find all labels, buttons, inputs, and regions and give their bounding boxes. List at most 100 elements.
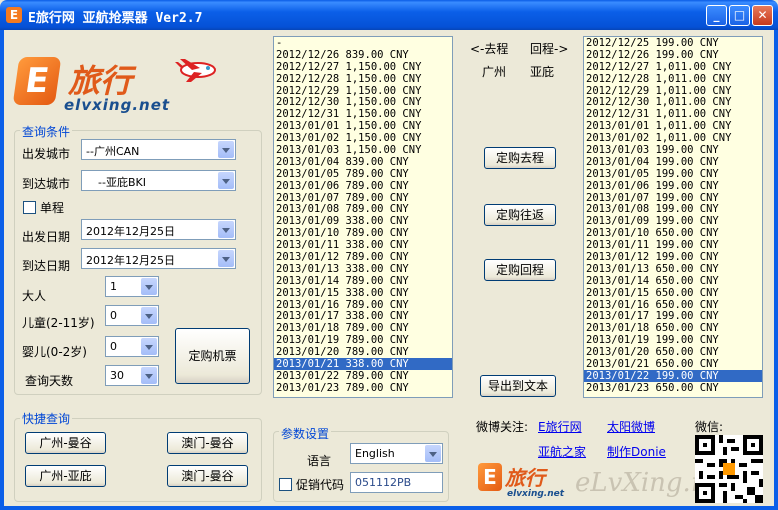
chevron-down-icon[interactable]	[141, 338, 157, 355]
link-elvxing[interactable]: E旅行网	[538, 418, 582, 435]
outbound-item[interactable]: 2013/01/06 789.00 CNY	[274, 180, 452, 192]
outbound-item[interactable]: 2013/01/05 789.00 CNY	[274, 168, 452, 180]
quick-guangzhou-kotakinabalu-button[interactable]: 广州-亚庇	[25, 465, 106, 487]
quick-macau-bangkok-button[interactable]: 澳门-曼谷	[167, 432, 248, 454]
outbound-item[interactable]: 2013/01/21 338.00 CNY	[274, 358, 452, 370]
return-item[interactable]: 2013/01/19 199.00 CNY	[584, 334, 762, 346]
depart-date-picker[interactable]: 2012年12月25日	[81, 219, 236, 240]
chevron-down-icon[interactable]	[141, 367, 157, 384]
outbound-item[interactable]: 2013/01/11 338.00 CNY	[274, 239, 452, 251]
child-select[interactable]: 0	[105, 305, 159, 326]
outbound-item[interactable]: 2013/01/03 1,150.00 CNY	[274, 144, 452, 156]
promo-code-input[interactable]: 051112PB	[350, 472, 443, 493]
return-fare-list[interactable]: 2012/12/25 199.00 CNY 2012/12/26 199.00 C…	[583, 36, 763, 398]
return-item[interactable]: 2013/01/05 199.00 CNY	[584, 168, 762, 180]
quick-macau-bangkok-2-button[interactable]: 澳门-曼谷	[167, 465, 248, 487]
chevron-down-icon[interactable]	[218, 250, 234, 267]
outbound-item[interactable]: 2013/01/08 789.00 CNY	[274, 203, 452, 216]
close-button[interactable]: ✕	[752, 5, 773, 26]
outbound-item[interactable]: 2013/01/22 789.00 CNY	[274, 370, 452, 382]
infant-select[interactable]: 0	[105, 336, 159, 357]
return-item[interactable]: 2013/01/20 650.00 CNY	[584, 346, 762, 358]
days-select[interactable]: 30	[105, 365, 159, 386]
return-item[interactable]: 2013/01/01 1,011.00 CNY	[584, 120, 762, 132]
outbound-item[interactable]: 2012/12/29 1,150.00 CNY	[274, 85, 452, 97]
minimize-button[interactable]: _	[706, 5, 727, 26]
book-roundtrip-button[interactable]: 定购往返	[484, 204, 556, 226]
outbound-item[interactable]: 2013/01/14 789.00 CNY	[274, 275, 452, 287]
outbound-item[interactable]: 2013/01/23 789.00 CNY	[274, 382, 452, 394]
return-item[interactable]: 2013/01/14 650.00 CNY	[584, 275, 762, 287]
chevron-down-icon[interactable]	[425, 445, 441, 462]
link-author-donie[interactable]: 制作Donie	[607, 443, 666, 460]
outbound-item[interactable]: 2013/01/04 839.00 CNY	[274, 156, 452, 168]
arrive-date-picker[interactable]: 2012年12月25日	[81, 248, 236, 269]
chevron-down-icon[interactable]	[141, 278, 157, 295]
chevron-down-icon[interactable]	[141, 307, 157, 324]
from-city-select[interactable]: --广州CAN	[81, 139, 236, 160]
return-item[interactable]: 2013/01/18 650.00 CNY	[584, 322, 762, 334]
outbound-item[interactable]: 2012/12/27 1,150.00 CNY	[274, 61, 452, 73]
language-select[interactable]: English	[350, 443, 443, 464]
oneway-checkbox[interactable]	[23, 201, 36, 214]
return-item[interactable]: 2012/12/29 1,011.00 CNY	[584, 85, 762, 97]
return-item[interactable]: 2013/01/08 199.00 CNY	[584, 203, 762, 216]
outbound-item[interactable]: 2013/01/10 789.00 CNY	[274, 227, 452, 239]
book-outbound-button[interactable]: 定购去程	[484, 147, 556, 169]
return-item[interactable]: 2013/01/02 1,011.00 CNY	[584, 132, 762, 144]
outbound-item[interactable]: 2013/01/12 789.00 CNY	[274, 251, 452, 263]
outbound-item[interactable]: 2013/01/13 338.00 CNY	[274, 263, 452, 275]
return-item[interactable]: 2012/12/30 1,011.00 CNY	[584, 96, 762, 109]
return-item[interactable]: 2013/01/07 199.00 CNY	[584, 192, 762, 204]
depart-date-label: 出发日期	[22, 230, 71, 244]
outbound-item[interactable]: 2013/01/07 789.00 CNY	[274, 192, 452, 204]
book-ticket-button[interactable]: 定购机票	[175, 328, 250, 384]
return-item[interactable]: 2013/01/23 650.00 CNY	[584, 382, 762, 394]
return-item[interactable]: 2013/01/11 199.00 CNY	[584, 239, 762, 251]
chevron-down-icon[interactable]	[218, 172, 234, 189]
outbound-item[interactable]: -	[274, 37, 452, 49]
outbound-item[interactable]: 2013/01/09 338.00 CNY	[274, 215, 452, 227]
return-item[interactable]: 2012/12/27 1,011.00 CNY	[584, 61, 762, 73]
link-sun-weibo[interactable]: 太阳微博	[607, 418, 655, 435]
outbound-fare-list[interactable]: -2012/12/26 839.00 CNY 2012/12/27 1,150.0…	[273, 36, 453, 398]
outbound-item[interactable]: 2013/01/02 1,150.00 CNY	[274, 132, 452, 144]
outbound-item[interactable]: 2013/01/16 789.00 CNY	[274, 299, 452, 311]
outbound-item[interactable]: 2012/12/28 1,150.00 CNY	[274, 73, 452, 85]
return-item[interactable]: 2013/01/03 199.00 CNY	[584, 144, 762, 156]
adult-select[interactable]: 1	[105, 276, 159, 297]
outbound-item[interactable]: 2013/01/19 789.00 CNY	[274, 334, 452, 346]
maximize-button[interactable]: □	[729, 5, 750, 26]
return-item[interactable]: 2013/01/13 650.00 CNY	[584, 263, 762, 275]
outbound-item[interactable]: 2013/01/18 789.00 CNY	[274, 322, 452, 334]
return-item[interactable]: 2012/12/25 199.00 CNY	[584, 37, 762, 49]
outbound-item[interactable]: 2012/12/30 1,150.00 CNY	[274, 96, 452, 109]
return-item[interactable]: 2013/01/10 650.00 CNY	[584, 227, 762, 239]
return-item[interactable]: 2013/01/22 199.00 CNY	[584, 369, 762, 382]
return-item[interactable]: 2013/01/06 199.00 CNY	[584, 180, 762, 192]
outbound-item[interactable]: 2012/12/26 839.00 CNY	[274, 49, 452, 61]
book-return-button[interactable]: 定购回程	[484, 259, 556, 281]
outbound-item[interactable]: 2013/01/15 338.00 CNY	[274, 287, 452, 299]
return-item[interactable]: 2013/01/15 650.00 CNY	[584, 287, 762, 299]
return-item[interactable]: 2013/01/12 199.00 CNY	[584, 251, 762, 263]
link-airasia-home[interactable]: 亚航之家	[538, 443, 586, 460]
return-item[interactable]: 2013/01/16 650.00 CNY	[584, 299, 762, 311]
outbound-item[interactable]: 2013/01/01 1,150.00 CNY	[274, 120, 452, 132]
return-item[interactable]: 2013/01/04 199.00 CNY	[584, 156, 762, 168]
outbound-item[interactable]: 2012/12/31 1,150.00 CNY	[274, 108, 452, 120]
outbound-item[interactable]: 2013/01/20 789.00 CNY	[274, 346, 452, 358]
export-text-button[interactable]: 导出到文本	[480, 375, 556, 397]
return-item[interactable]: 2012/12/28 1,011.00 CNY	[584, 73, 762, 85]
promo-checkbox[interactable]	[279, 478, 292, 491]
chevron-down-icon[interactable]	[218, 221, 234, 238]
quick-guangzhou-bangkok-button[interactable]: 广州-曼谷	[25, 432, 106, 454]
return-item[interactable]: 2013/01/21 650.00 CNY	[584, 358, 762, 370]
return-item[interactable]: 2012/12/26 199.00 CNY	[584, 49, 762, 61]
return-item[interactable]: 2013/01/17 199.00 CNY	[584, 310, 762, 323]
to-city-select[interactable]: --亚庇BKI	[81, 170, 236, 191]
return-item[interactable]: 2012/12/31 1,011.00 CNY	[584, 108, 762, 120]
outbound-item[interactable]: 2013/01/17 338.00 CNY	[274, 310, 452, 323]
return-item[interactable]: 2013/01/09 199.00 CNY	[584, 215, 762, 227]
chevron-down-icon[interactable]	[218, 141, 234, 158]
